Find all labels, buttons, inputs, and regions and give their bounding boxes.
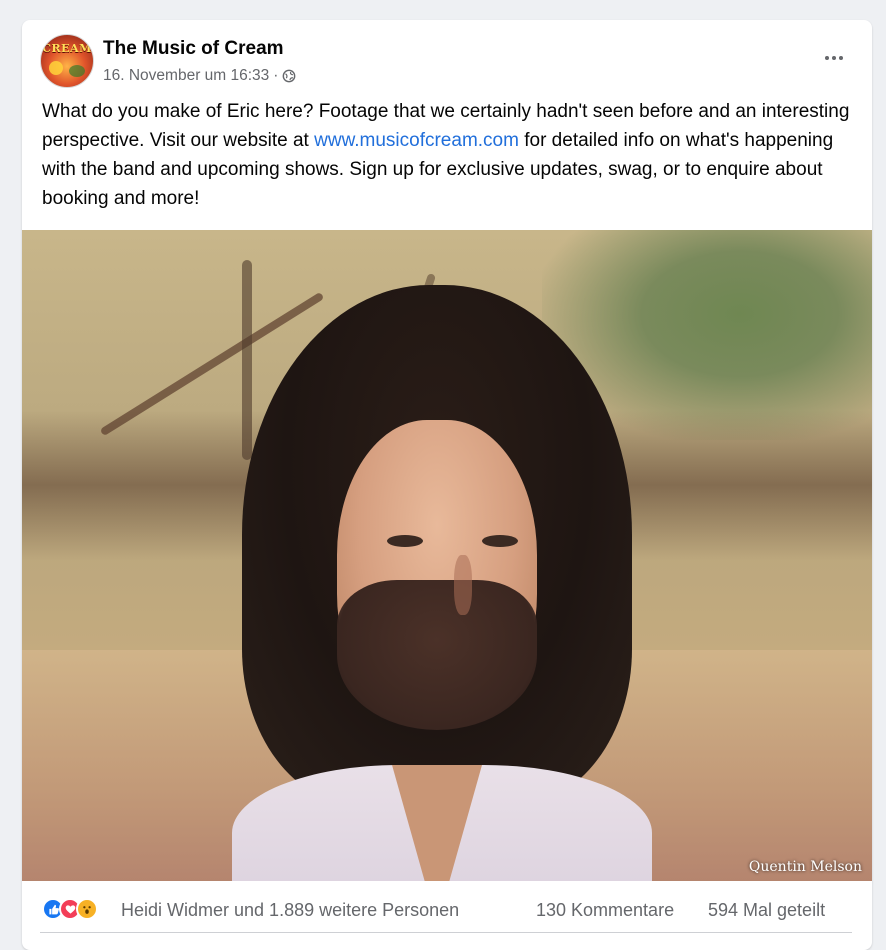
post-header: CREAM The Music of Cream 16. November um…	[22, 20, 872, 90]
page-avatar[interactable]: CREAM	[40, 34, 94, 88]
more-horizontal-icon	[832, 56, 836, 60]
video-subject	[222, 285, 652, 881]
post-timestamp[interactable]: 16. November um 16:33	[103, 67, 269, 85]
avatar-logo-text: CREAM	[42, 42, 92, 55]
divider	[40, 932, 852, 933]
subject-eye	[482, 535, 518, 547]
post-body-text: What do you make of Eric here? Footage t…	[42, 97, 857, 213]
post-card: CREAM The Music of Cream 16. November um…	[22, 20, 872, 950]
subject-beard	[337, 580, 537, 730]
page-name-link[interactable]: The Music of Cream	[103, 38, 284, 60]
reaction-icons[interactable]	[42, 898, 98, 920]
comments-count[interactable]: 130 Kommentare	[536, 900, 674, 921]
meta-separator: ·	[273, 67, 279, 84]
avatar-decoration	[49, 61, 63, 75]
globe-icon[interactable]	[282, 69, 296, 83]
video-watermark: Quentin Melson	[748, 859, 862, 875]
reactors-summary[interactable]: Heidi Widmer und 1.889 weitere Personen	[121, 900, 459, 921]
post-video[interactable]: Quentin Melson	[22, 230, 872, 881]
post-meta: 16. November um 16:33 ·	[103, 67, 296, 85]
subject-nose	[454, 555, 472, 615]
more-horizontal-icon	[839, 56, 843, 60]
more-options-button[interactable]	[814, 45, 854, 71]
shares-count[interactable]: 594 Mal geteilt	[708, 900, 825, 921]
wow-icon	[76, 898, 98, 920]
subject-eye	[387, 535, 423, 547]
avatar-decoration	[69, 65, 85, 77]
more-horizontal-icon	[825, 56, 829, 60]
website-link[interactable]: www.musicofcream.com	[314, 130, 519, 151]
